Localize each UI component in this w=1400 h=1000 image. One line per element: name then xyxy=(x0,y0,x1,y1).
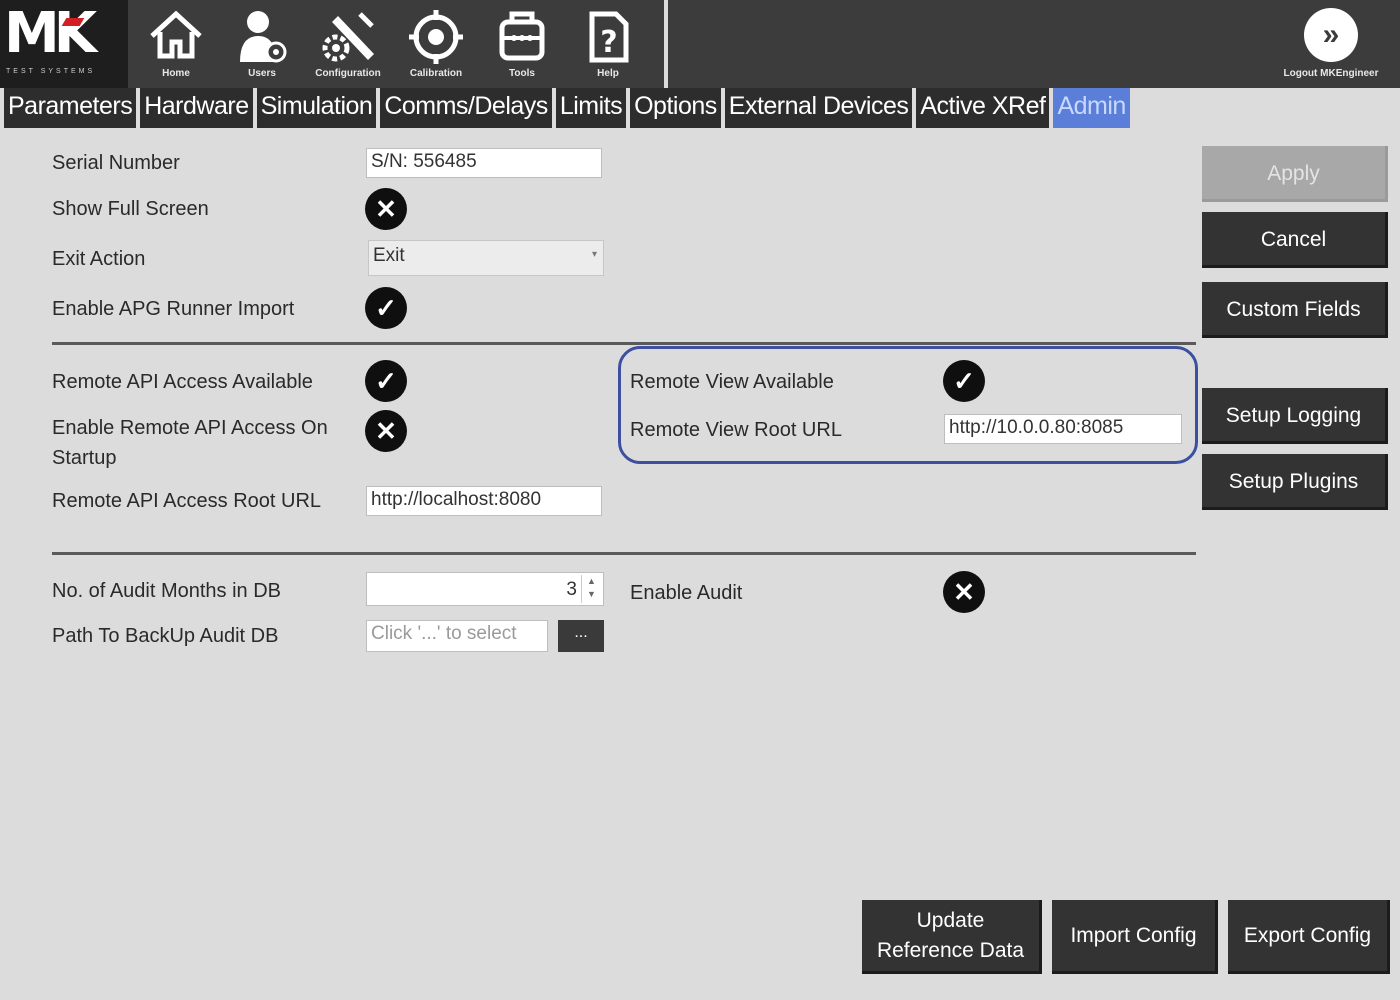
path-backup-label: Path To BackUp Audit DB xyxy=(52,625,279,647)
toolbar-calibration-button[interactable]: Calibration xyxy=(396,4,476,84)
remote-api-available-toggle[interactable]: ✓ xyxy=(365,360,407,402)
top-toolbar: MK TEST SYSTEMS Home Users Configuration… xyxy=(0,0,1400,88)
toolbar-configuration-button[interactable]: Configuration xyxy=(308,4,388,84)
update-reference-data-line2: Reference Data xyxy=(876,938,1025,962)
tab-external-devices[interactable]: External Devices xyxy=(724,88,913,128)
tab-active-xref[interactable]: Active XRef xyxy=(916,88,1050,128)
toolbar-users-label: Users xyxy=(248,68,276,79)
remote-api-root-url-label: Remote API Access Root URL xyxy=(52,490,322,512)
update-reference-data-line1: Update xyxy=(916,908,985,932)
section-divider-1 xyxy=(52,342,1196,345)
custom-fields-button[interactable]: Custom Fields xyxy=(1202,282,1388,338)
remote-view-available-toggle[interactable]: ✓ xyxy=(943,360,985,402)
tab-hardware[interactable]: Hardware xyxy=(140,88,253,128)
exit-action-value: Exit xyxy=(373,245,405,266)
remote-api-root-url-field[interactable]: http://localhost:8080 xyxy=(366,486,602,516)
configuration-icon xyxy=(322,12,374,62)
browse-button[interactable]: ... xyxy=(558,620,604,652)
enable-audit-toggle[interactable]: ✕ xyxy=(943,571,985,613)
audit-months-label: No. of Audit Months in DB xyxy=(52,580,282,602)
app-window: MK TEST SYSTEMS Home Users Configuration… xyxy=(0,0,1400,1000)
serial-number-field[interactable]: S/N: 556485 xyxy=(366,148,602,178)
cancel-button[interactable]: Cancel xyxy=(1202,212,1388,268)
tab-comms-delays[interactable]: Comms/Delays xyxy=(380,88,552,128)
calibration-icon xyxy=(409,10,463,64)
toolbar-configuration-label: Configuration xyxy=(315,68,381,79)
import-config-button[interactable]: Import Config xyxy=(1052,900,1218,974)
home-icon xyxy=(150,10,202,59)
enable-remote-api-startup-toggle[interactable]: ✕ xyxy=(365,410,407,452)
tools-icon xyxy=(499,11,545,61)
enable-apg-toggle[interactable]: ✓ xyxy=(365,287,407,329)
toolbar-separator xyxy=(664,0,668,88)
enable-remote-api-startup-label-line2: Startup xyxy=(52,447,117,469)
toolbar-users-button[interactable]: Users xyxy=(222,4,302,84)
export-config-button[interactable]: Export Config xyxy=(1228,900,1390,974)
logout-label: Logout MKEngineer xyxy=(1283,68,1379,79)
remote-view-root-url-label: Remote View Root URL xyxy=(630,419,842,441)
show-full-screen-label: Show Full Screen xyxy=(52,198,209,220)
logo-subtitle: TEST SYSTEMS xyxy=(6,68,96,75)
serial-number-label: Serial Number xyxy=(52,152,180,174)
exit-action-label: Exit Action xyxy=(52,248,146,270)
svg-text:?: ? xyxy=(600,25,617,60)
enable-audit-label: Enable Audit xyxy=(630,582,743,604)
tab-admin[interactable]: Admin xyxy=(1053,88,1130,128)
dropdown-arrow-icon: ▾ xyxy=(591,249,597,260)
section-divider-2 xyxy=(52,552,1196,555)
setup-plugins-button[interactable]: Setup Plugins xyxy=(1202,454,1388,510)
setup-logging-button[interactable]: Setup Logging xyxy=(1202,388,1388,444)
tab-parameters[interactable]: Parameters xyxy=(4,88,137,128)
tab-limits[interactable]: Limits xyxy=(555,88,627,128)
remote-view-available-label: Remote View Available xyxy=(630,371,834,393)
exit-action-select[interactable]: Exit ▾ xyxy=(368,240,604,276)
toolbar-tools-label: Tools xyxy=(509,68,535,79)
double-chevron-right-icon: » xyxy=(1304,8,1358,62)
logo-letter-k: K xyxy=(53,1,97,66)
toolbar-home-label: Home xyxy=(162,68,190,79)
path-backup-field[interactable]: Click '...' to select xyxy=(366,620,548,652)
enable-remote-api-startup-label-line1: Enable Remote API Access On xyxy=(52,417,328,439)
show-full-screen-toggle[interactable]: ✕ xyxy=(365,188,407,230)
apply-button[interactable]: Apply xyxy=(1202,146,1388,202)
toolbar-help-button[interactable]: ? Help xyxy=(568,4,648,84)
toolbar-calibration-label: Calibration xyxy=(409,68,463,79)
audit-months-value: 3 xyxy=(566,579,577,600)
update-reference-data-button[interactable]: Update Reference Data xyxy=(862,900,1042,974)
remote-api-available-label: Remote API Access Available xyxy=(52,371,313,393)
tab-simulation[interactable]: Simulation xyxy=(256,88,377,128)
tab-options[interactable]: Options xyxy=(630,88,721,128)
logo-letter-m: M xyxy=(4,1,60,66)
audit-months-stepper[interactable]: 3 ▲ ▼ xyxy=(366,572,604,606)
remote-view-highlight-box xyxy=(618,346,1198,464)
logout-button[interactable]: » Logout MKEngineer xyxy=(1266,4,1396,84)
enable-apg-label: Enable APG Runner Import xyxy=(52,298,295,320)
help-icon: ? xyxy=(589,11,629,63)
stepper-arrows-icon[interactable]: ▲ ▼ xyxy=(581,575,601,603)
mk-logo: MK TEST SYSTEMS xyxy=(0,0,128,88)
toolbar-home-button[interactable]: Home xyxy=(136,4,216,84)
remote-view-root-url-field[interactable]: http://10.0.0.80:8085 xyxy=(944,414,1182,444)
tab-bar: Parameters Hardware Simulation Comms/Del… xyxy=(0,88,1130,130)
toolbar-tools-button[interactable]: Tools xyxy=(482,4,562,84)
toolbar-help-label: Help xyxy=(597,68,619,79)
users-icon xyxy=(240,11,287,63)
